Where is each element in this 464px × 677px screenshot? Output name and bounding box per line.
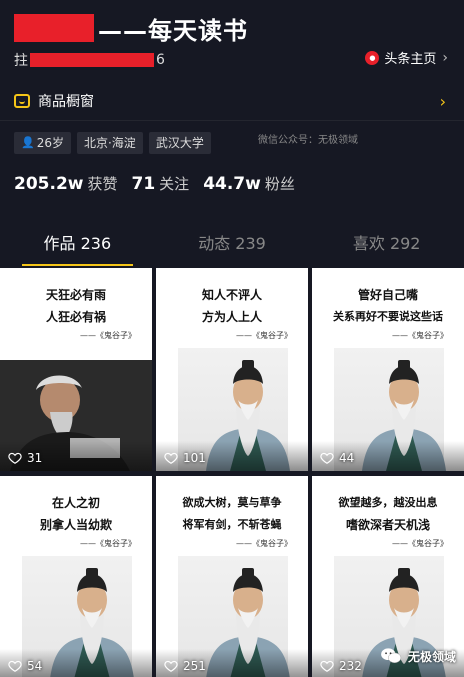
quote-line: 管好自己嘴 xyxy=(357,288,418,302)
wechat-badge-label: 无极领域 xyxy=(407,649,456,664)
heart-icon xyxy=(164,659,178,673)
profile-title-row: ——每天读书 xyxy=(14,10,248,46)
following-label[interactable]: 关注 xyxy=(159,173,189,194)
post-likes: 251 xyxy=(164,659,206,673)
post-likes: 31 xyxy=(8,451,42,465)
posts-grid: 天狂必有雨人狂必有祸 ——《鬼谷子》 31 知人不评人方为人上人 ——《鬼谷子》 101 管… xyxy=(0,268,464,677)
toutiao-icon: ● xyxy=(365,50,380,65)
wechat-icon xyxy=(381,648,402,663)
quote-line: 人狂必有祸 xyxy=(45,310,106,324)
post-card[interactable]: 欲成大树，莫与草争 将军有剑，不斩苍蝇 ——《鬼谷子》 251 xyxy=(156,476,308,677)
post-card[interactable]: 管好自己嘴关系再好不要说这些话 ——《鬼谷子》 44 xyxy=(312,268,464,471)
shop-window-label: 商品橱窗 xyxy=(38,94,94,110)
quote-line: 关系再好不要说这些话 xyxy=(333,310,443,323)
profile-tabs: 作品 236 动态 239 喜欢 292 xyxy=(0,224,464,266)
post-likes-count: 232 xyxy=(339,659,362,673)
person-icon: 👤 xyxy=(21,136,35,149)
post-likes-count: 54 xyxy=(27,659,43,673)
chevron-right-icon: › xyxy=(439,91,446,111)
quote-line: 方为人上人 xyxy=(201,310,262,324)
quote-line: 欲望越多，越没出息 xyxy=(338,496,438,509)
post-quote: 知人不评人方为人上人 xyxy=(156,284,308,328)
following-count[interactable]: 71 xyxy=(132,174,156,194)
profile-id-suffix: 6 xyxy=(156,52,165,68)
followers-count[interactable]: 44.7w xyxy=(203,174,261,194)
tab-activity[interactable]: 动态 239 xyxy=(155,224,310,266)
quote-line: 嗜欲深者天机浅 xyxy=(345,518,430,532)
tab-works[interactable]: 作品 236 xyxy=(0,224,155,266)
quote-line: 天狂必有雨 xyxy=(45,288,106,302)
post-source: ——《鬼谷子》 xyxy=(392,539,448,548)
chevron-right-icon: › xyxy=(442,49,448,66)
tab-likes[interactable]: 喜欢 292 xyxy=(309,224,464,266)
quote-line: 别拿人当幼欺 xyxy=(39,518,112,532)
quote-line: 欲成大树，莫与草争 xyxy=(182,496,282,509)
profile-tags: 👤 26岁 北京·海淀 武汉大学 xyxy=(14,132,211,154)
profile-id-row: 拄 6 xyxy=(14,50,165,70)
quote-line: 知人不评人 xyxy=(201,288,262,302)
post-likes: 54 xyxy=(8,659,42,673)
post-card[interactable]: 天狂必有雨人狂必有祸 ——《鬼谷子》 31 xyxy=(0,268,152,471)
wechat-badge: 无极领域 xyxy=(380,647,456,665)
post-likes: 44 xyxy=(320,451,354,465)
heart-icon xyxy=(8,451,22,465)
wechat-watermark: 微信公众号：无极领域 xyxy=(258,135,358,146)
heart-icon xyxy=(164,451,178,465)
post-likes-count: 31 xyxy=(27,451,43,465)
toutiao-homepage-link[interactable]: ● 头条主页 › xyxy=(365,48,448,67)
post-source: ——《鬼谷子》 xyxy=(392,331,448,340)
likes-label: 获赞 xyxy=(87,175,118,193)
heart-icon xyxy=(320,451,334,465)
post-card[interactable]: 在人之初别拿人当幼欺 ——《鬼谷子》 54 xyxy=(0,476,152,677)
heart-icon xyxy=(320,659,334,673)
age-tag: 👤 26岁 xyxy=(14,132,71,154)
profile-header: ——每天读书 拄 6 ● 头条主页 › 商品橱窗 › 👤 26岁 北京·海淀 武汉… xyxy=(0,0,464,268)
post-likes: 232 xyxy=(320,659,362,673)
post-source: ——《鬼谷子》 xyxy=(80,539,136,548)
post-source: ——《鬼谷子》 xyxy=(236,539,292,548)
toutiao-label: 头条主页 xyxy=(384,52,437,67)
redacted-id xyxy=(30,53,154,67)
post-likes: 101 xyxy=(164,451,206,465)
post-quote: 欲成大树，莫与草争 将军有剑，不斩苍蝇 xyxy=(156,492,308,536)
location-tag: 北京·海淀 xyxy=(76,132,143,154)
quote-line: 在人之初 xyxy=(51,496,100,510)
quote-line: 将军有剑，不斩苍蝇 xyxy=(182,518,282,531)
school-tag: 武汉大学 xyxy=(148,132,211,154)
divider xyxy=(0,120,464,121)
shop-icon xyxy=(14,94,30,108)
profile-id-prefix: 拄 xyxy=(14,53,28,69)
post-quote: 在人之初别拿人当幼欺 xyxy=(0,492,152,536)
followers-label[interactable]: 粉丝 xyxy=(265,173,295,194)
post-quote: 欲望越多，越没出息 嗜欲深者天机浅 xyxy=(312,492,464,536)
heart-icon xyxy=(8,659,22,673)
post-quote: 管好自己嘴关系再好不要说这些话 xyxy=(312,284,464,328)
post-likes-count: 251 xyxy=(183,659,206,673)
post-source: ——《鬼谷子》 xyxy=(236,331,292,340)
post-quote: 天狂必有雨人狂必有祸 xyxy=(0,284,152,328)
post-source: ——《鬼谷子》 xyxy=(80,331,136,340)
post-likes-count: 101 xyxy=(183,451,206,465)
post-likes-count: 44 xyxy=(339,451,355,465)
post-card[interactable]: 知人不评人方为人上人 ——《鬼谷子》 101 xyxy=(156,268,308,471)
profile-stats: 205.2w 获赞 71 关注 44.7w 粉丝 xyxy=(14,173,309,194)
likes-count: 205.2w xyxy=(14,174,84,194)
profile-title: ——每天读书 xyxy=(98,16,248,45)
shop-window-row[interactable]: 商品橱窗 › xyxy=(0,84,464,118)
redacted-name xyxy=(14,14,94,42)
